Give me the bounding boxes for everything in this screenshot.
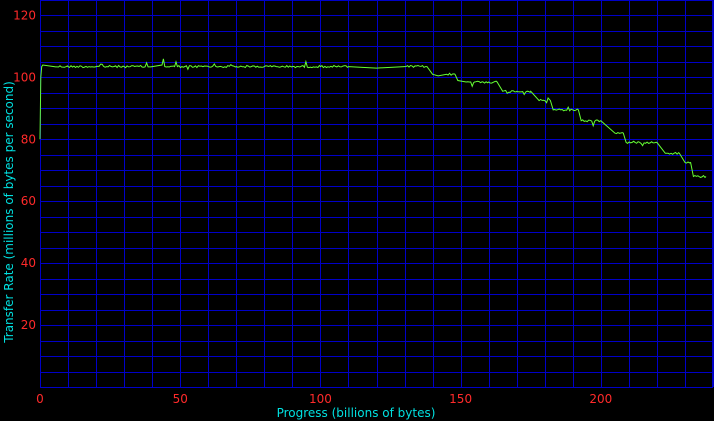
x-tick-label: 100 [309,392,332,406]
y-tick-label: 120 [13,8,36,22]
y-tick-label: 100 [13,70,36,84]
x-tick-label: 0 [36,392,44,406]
y-tick-label: 60 [21,194,36,208]
x-tick-label: 200 [589,392,612,406]
x-axis-label: Progress (billions of bytes) [277,406,436,420]
y-tick-label: 40 [21,256,36,270]
plot-background [0,0,714,421]
y-axis-label: Transfer Rate (millions of bytes per sec… [2,81,16,344]
y-tick-label: 20 [21,318,36,332]
x-tick-label: 50 [173,392,188,406]
transfer-rate-chart: 0 50 100 150 200 20 40 60 80 100 120 Progress (bil… [0,0,714,421]
y-tick-label: 80 [21,132,36,146]
x-tick-label: 150 [449,392,472,406]
